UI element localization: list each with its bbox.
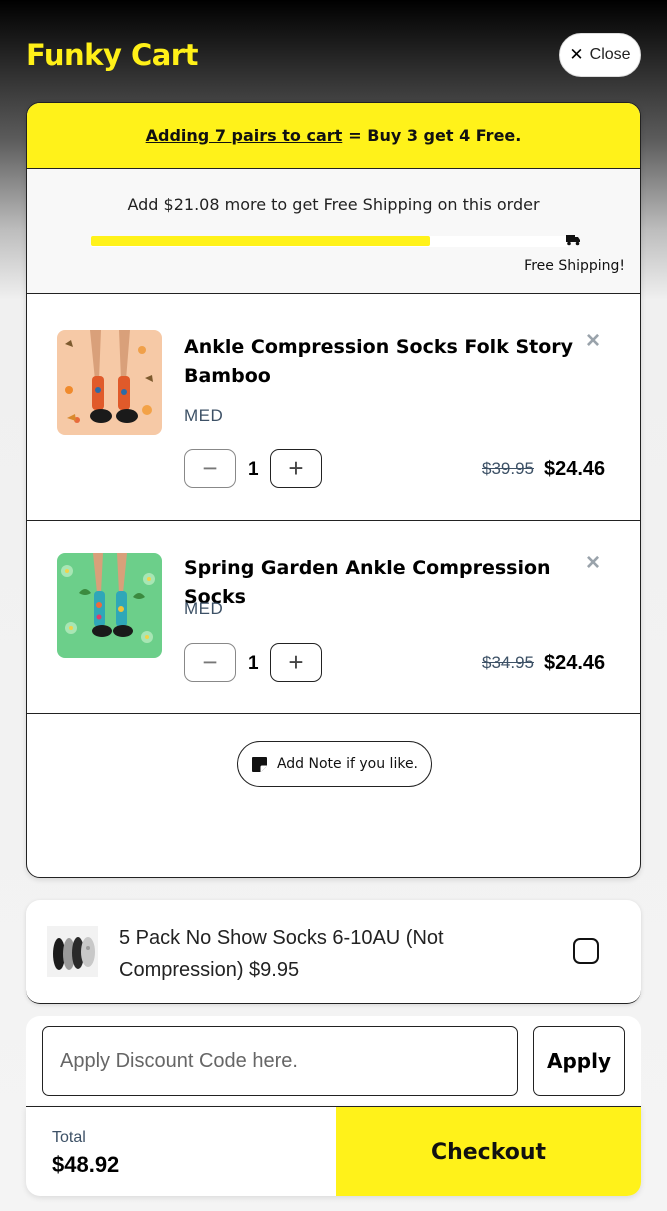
free-shipping-progress [91,236,569,247]
product-title[interactable]: Ankle Compression Socks Folk Story Bambo… [184,333,574,391]
quantity-value: 1 [248,459,259,480]
add-note-button[interactable]: Add Note if you like. [237,741,432,787]
discount-code-input[interactable] [42,1026,518,1096]
product-variant: MED [184,599,224,618]
close-icon: ✕ [569,45,584,64]
sticky-note-icon [251,756,267,772]
close-label: Close [589,46,631,63]
original-price: $34.95 [482,653,534,672]
close-button[interactable]: ✕ Close [559,33,641,77]
quantity-value: 1 [248,653,259,674]
cart-header: Funky Cart ✕ Close [0,0,667,102]
product-title[interactable]: Spring Garden Ankle Compression Socks [184,554,594,612]
product-variant: MED [184,406,224,425]
minus-icon: − [202,647,218,677]
apply-discount-button[interactable]: Apply [533,1026,625,1096]
remove-item-icon[interactable]: × [586,327,600,355]
plus-icon: + [288,647,304,677]
sale-price: $24.46 [544,652,606,674]
sock-peach-butterflies-image [57,330,162,435]
plus-icon: + [288,453,304,483]
promo-banner: Adding 7 pairs to cart = Buy 3 get 4 Fre… [27,103,640,169]
discount-section: Apply [26,1016,641,1106]
quantity-increase-button[interactable]: + [270,643,322,682]
free-shipping-message: Add $21.08 more to get Free Shipping on … [127,195,540,214]
truck-icon [566,235,580,246]
cart-item: Ankle Compression Socks Folk Story Bambo… [27,294,640,521]
minus-icon: − [202,453,218,483]
original-price: $39.95 [482,459,534,478]
promo-link[interactable]: Adding 7 pairs to cart [146,126,343,145]
promo-text: = Buy 3 get 4 Free. [348,126,522,145]
remove-item-icon[interactable]: × [586,549,600,577]
quantity-decrease-button[interactable]: − [184,449,236,488]
sock-green-daisies-image [57,553,162,658]
quantity-increase-button[interactable]: + [270,449,322,488]
total-value: $48.92 [52,1152,120,1177]
upsell-offer: 5 Pack No Show Socks 6-10AU (Not Compres… [26,900,641,1004]
quantity-decrease-button[interactable]: − [184,643,236,682]
free-shipping-goal-label: Free Shipping! [524,258,625,274]
product-image[interactable] [57,553,162,658]
no-show-socks-image[interactable] [47,926,98,977]
checkout-footer: Total $48.92 Checkout [26,1106,641,1196]
sale-price: $24.46 [544,458,606,480]
total-label: Total [52,1129,86,1146]
product-image[interactable] [57,330,162,435]
checkout-button[interactable]: Checkout [336,1107,641,1196]
brand-title: Funky Cart [26,38,198,72]
cart-item: Spring Garden Ankle Compression Socks ME… [27,521,640,714]
add-note-label: Add Note if you like. [276,756,419,772]
upsell-checkbox[interactable] [573,938,599,964]
free-shipping-section: Add $21.08 more to get Free Shipping on … [27,169,640,294]
cart-panel: Adding 7 pairs to cart = Buy 3 get 4 Fre… [26,102,641,878]
upsell-text: 5 Pack No Show Socks 6-10AU (Not Compres… [119,927,444,981]
free-shipping-progress-fill [91,236,431,246]
